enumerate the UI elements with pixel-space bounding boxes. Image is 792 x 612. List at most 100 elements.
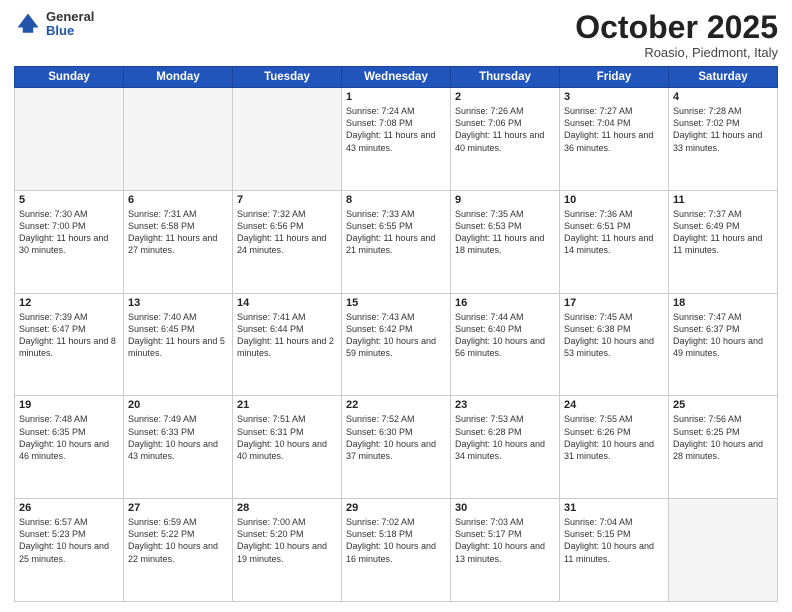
table-row: 16Sunrise: 7:44 AM Sunset: 6:40 PM Dayli… [451, 293, 560, 396]
day-number: 3 [564, 91, 664, 103]
day-number: 12 [19, 297, 119, 309]
day-number: 7 [237, 194, 337, 206]
table-row: 17Sunrise: 7:45 AM Sunset: 6:38 PM Dayli… [560, 293, 669, 396]
day-number: 1 [346, 91, 446, 103]
day-number: 9 [455, 194, 555, 206]
day-info: Sunrise: 7:37 AM Sunset: 6:49 PM Dayligh… [673, 208, 773, 257]
day-number: 20 [128, 399, 228, 411]
table-row: 1 Sunrise: 7:24 AM Sunset: 7:08 PM Daylig… [342, 88, 451, 191]
header-thursday: Thursday [451, 67, 560, 88]
day-number: 18 [673, 297, 773, 309]
day-number: 19 [19, 399, 119, 411]
location: Roasio, Piedmont, Italy [575, 45, 778, 60]
day-number: 11 [673, 194, 773, 206]
day-number: 23 [455, 399, 555, 411]
header-friday: Friday [560, 67, 669, 88]
day-number: 13 [128, 297, 228, 309]
day-info: Sunrise: 7:41 AM Sunset: 6:44 PM Dayligh… [237, 311, 337, 360]
table-row [233, 88, 342, 191]
day-number: 27 [128, 502, 228, 514]
day-info: Sunrise: 7:36 AM Sunset: 6:51 PM Dayligh… [564, 208, 664, 257]
table-row: 4Sunrise: 7:28 AM Sunset: 7:02 PM Daylig… [669, 88, 778, 191]
day-info: Sunrise: 7:43 AM Sunset: 6:42 PM Dayligh… [346, 311, 446, 360]
day-info: Sunrise: 7:31 AM Sunset: 6:58 PM Dayligh… [128, 208, 228, 257]
table-row: 24 Sunrise: 7:55 AM Sunset: 6:26 PM Dayli… [560, 396, 669, 499]
table-row: 27 Sunrise: 6:59 AM Sunset: 5:22 PM Dayli… [124, 499, 233, 602]
table-row: 29 Sunrise: 7:02 AM Sunset: 5:18 PM Dayli… [342, 499, 451, 602]
day-info: Sunrise: 7:35 AM Sunset: 6:53 PM Dayligh… [455, 208, 555, 257]
day-info: Sunrise: 7:53 AM Sunset: 6:28 PM Dayligh… [455, 413, 555, 462]
day-number: 15 [346, 297, 446, 309]
month-title: October 2025 [575, 10, 778, 45]
table-row: 10 Sunrise: 7:36 AM Sunset: 6:51 PM Dayli… [560, 190, 669, 293]
day-info: Sunrise: 7:44 AM Sunset: 6:40 PM Dayligh… [455, 311, 555, 360]
day-number: 10 [564, 194, 664, 206]
day-info: Sunrise: 7:39 AM Sunset: 6:47 PM Dayligh… [19, 311, 119, 360]
day-info: Sunrise: 7:51 AM Sunset: 6:31 PM Dayligh… [237, 413, 337, 462]
table-row: 18Sunrise: 7:47 AM Sunset: 6:37 PM Dayli… [669, 293, 778, 396]
day-number: 31 [564, 502, 664, 514]
logo: General Blue [14, 10, 94, 39]
title-block: October 2025 Roasio, Piedmont, Italy [575, 10, 778, 60]
header-sunday: Sunday [15, 67, 124, 88]
table-row: 15 Sunrise: 7:43 AM Sunset: 6:42 PM Dayli… [342, 293, 451, 396]
calendar-table: Sunday Monday Tuesday Wednesday Thursday… [14, 66, 778, 602]
table-row: 2Sunrise: 7:26 AM Sunset: 7:06 PM Daylig… [451, 88, 560, 191]
day-number: 26 [19, 502, 119, 514]
logo-general-label: General [46, 10, 94, 24]
table-row: 31 Sunrise: 7:04 AM Sunset: 5:15 PM Dayli… [560, 499, 669, 602]
day-number: 17 [564, 297, 664, 309]
header: General Blue October 2025 Roasio, Piedmo… [14, 10, 778, 60]
table-row: 3 Sunrise: 7:27 AM Sunset: 7:04 PM Daylig… [560, 88, 669, 191]
calendar-week-row: 1 Sunrise: 7:24 AM Sunset: 7:08 PM Daylig… [15, 88, 778, 191]
page: General Blue October 2025 Roasio, Piedmo… [0, 0, 792, 612]
table-row: 11 Sunrise: 7:37 AM Sunset: 6:49 PM Dayli… [669, 190, 778, 293]
header-saturday: Saturday [669, 67, 778, 88]
day-info: Sunrise: 7:00 AM Sunset: 5:20 PM Dayligh… [237, 516, 337, 565]
day-info: Sunrise: 7:49 AM Sunset: 6:33 PM Dayligh… [128, 413, 228, 462]
day-info: Sunrise: 7:33 AM Sunset: 6:55 PM Dayligh… [346, 208, 446, 257]
table-row: 13 Sunrise: 7:40 AM Sunset: 6:45 PM Dayli… [124, 293, 233, 396]
day-number: 29 [346, 502, 446, 514]
day-number: 4 [673, 91, 773, 103]
table-row: 21 Sunrise: 7:51 AM Sunset: 6:31 PM Dayli… [233, 396, 342, 499]
calendar-week-row: 26 Sunrise: 6:57 AM Sunset: 5:23 PM Dayli… [15, 499, 778, 602]
day-info: Sunrise: 6:57 AM Sunset: 5:23 PM Dayligh… [19, 516, 119, 565]
day-info: Sunrise: 6:59 AM Sunset: 5:22 PM Dayligh… [128, 516, 228, 565]
day-info: Sunrise: 7:56 AM Sunset: 6:25 PM Dayligh… [673, 413, 773, 462]
table-row: 26 Sunrise: 6:57 AM Sunset: 5:23 PM Dayli… [15, 499, 124, 602]
table-row: 5Sunrise: 7:30 AM Sunset: 7:00 PM Daylig… [15, 190, 124, 293]
day-number: 21 [237, 399, 337, 411]
table-row: 30Sunrise: 7:03 AM Sunset: 5:17 PM Dayli… [451, 499, 560, 602]
logo-text: General Blue [46, 10, 94, 39]
table-row: 9 Sunrise: 7:35 AM Sunset: 6:53 PM Daylig… [451, 190, 560, 293]
day-number: 6 [128, 194, 228, 206]
table-row: 22Sunrise: 7:52 AM Sunset: 6:30 PM Dayli… [342, 396, 451, 499]
day-info: Sunrise: 7:55 AM Sunset: 6:26 PM Dayligh… [564, 413, 664, 462]
table-row: 8 Sunrise: 7:33 AM Sunset: 6:55 PM Daylig… [342, 190, 451, 293]
day-info: Sunrise: 7:30 AM Sunset: 7:00 PM Dayligh… [19, 208, 119, 257]
day-info: Sunrise: 7:40 AM Sunset: 6:45 PM Dayligh… [128, 311, 228, 360]
day-number: 8 [346, 194, 446, 206]
table-row: 20 Sunrise: 7:49 AM Sunset: 6:33 PM Dayli… [124, 396, 233, 499]
header-monday: Monday [124, 67, 233, 88]
day-info: Sunrise: 7:32 AM Sunset: 6:56 PM Dayligh… [237, 208, 337, 257]
day-info: Sunrise: 7:27 AM Sunset: 7:04 PM Dayligh… [564, 105, 664, 154]
day-info: Sunrise: 7:02 AM Sunset: 5:18 PM Dayligh… [346, 516, 446, 565]
table-row [669, 499, 778, 602]
day-number: 2 [455, 91, 555, 103]
header-wednesday: Wednesday [342, 67, 451, 88]
day-number: 24 [564, 399, 664, 411]
logo-icon [14, 10, 42, 38]
table-row: 7 Sunrise: 7:32 AM Sunset: 6:56 PM Daylig… [233, 190, 342, 293]
table-row: 23 Sunrise: 7:53 AM Sunset: 6:28 PM Dayli… [451, 396, 560, 499]
calendar-week-row: 12 Sunrise: 7:39 AM Sunset: 6:47 PM Dayli… [15, 293, 778, 396]
table-row [15, 88, 124, 191]
table-row: 6 Sunrise: 7:31 AM Sunset: 6:58 PM Daylig… [124, 190, 233, 293]
day-info: Sunrise: 7:24 AM Sunset: 7:08 PM Dayligh… [346, 105, 446, 154]
day-info: Sunrise: 7:03 AM Sunset: 5:17 PM Dayligh… [455, 516, 555, 565]
table-row [124, 88, 233, 191]
day-info: Sunrise: 7:04 AM Sunset: 5:15 PM Dayligh… [564, 516, 664, 565]
table-row: 19Sunrise: 7:48 AM Sunset: 6:35 PM Dayli… [15, 396, 124, 499]
calendar-week-row: 19Sunrise: 7:48 AM Sunset: 6:35 PM Dayli… [15, 396, 778, 499]
